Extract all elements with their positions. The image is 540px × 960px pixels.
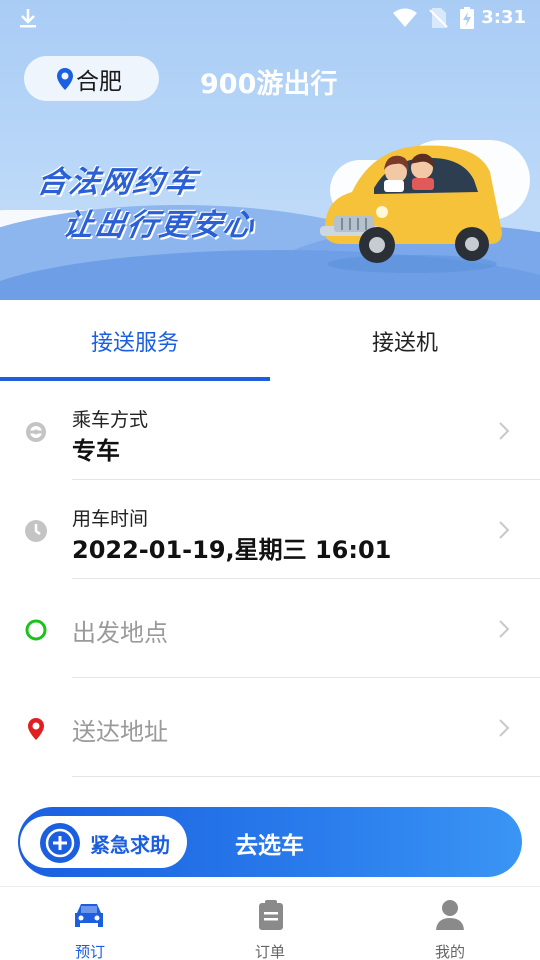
destination-row[interactable]: 送达地址: [0, 678, 540, 777]
nav-profile[interactable]: 我的: [360, 887, 540, 960]
ride-time-value: 2022-01-19,星期三 16:01: [72, 536, 392, 564]
service-tabs: 接送服务 接送机: [0, 300, 540, 381]
clipboard-icon: [258, 899, 284, 935]
tab-airport-transfer[interactable]: 接送机: [270, 300, 540, 381]
ride-time-row[interactable]: 用车时间 2022-01-19,星期三 16:01: [0, 480, 540, 579]
ride-type-row[interactable]: 乘车方式 专车: [0, 381, 540, 480]
clock-icon: [24, 519, 48, 543]
wifi-icon: [392, 8, 418, 32]
choose-car-label: 去选车: [235, 833, 304, 859]
destination-placeholder: 送达地址: [72, 718, 168, 746]
nav-orders-label: 订单: [254, 943, 285, 960]
chevron-right-icon: [498, 520, 510, 544]
chevron-right-icon: [498, 421, 510, 445]
banner-slogan-line1: 合法网约车: [34, 165, 201, 200]
start-point-icon: [24, 618, 48, 642]
status-bar: 3:31: [0, 0, 540, 36]
emergency-label: 紧急求助: [90, 833, 170, 857]
steering-wheel-icon: [24, 420, 48, 444]
ride-type-label: 乘车方式: [72, 409, 149, 431]
download-icon: [18, 7, 38, 33]
status-time: 3:31: [481, 7, 526, 28]
nav-booking[interactable]: 预订: [0, 887, 180, 960]
location-pin-icon: [56, 67, 74, 95]
bottom-navigation: 预订 订单 我的: [0, 886, 540, 960]
app-title: 900游出行: [200, 69, 338, 100]
no-sim-icon: [428, 7, 448, 33]
person-icon: [435, 899, 465, 935]
battery-icon: [459, 7, 475, 33]
city-selector[interactable]: 合肥: [24, 56, 159, 101]
departure-row[interactable]: 出发地点: [0, 579, 540, 678]
shield-plus-icon: [38, 821, 82, 869]
chevron-right-icon: [498, 718, 510, 742]
banner-slogan-line2: 让出行更安心: [60, 208, 259, 243]
ride-time-label: 用车时间: [72, 508, 149, 530]
ride-type-value: 专车: [72, 437, 120, 465]
booking-form: 乘车方式 专车 用车时间 2022-01-19,星期三 16:01 出发地点 送…: [0, 381, 540, 777]
chevron-right-icon: [498, 619, 510, 643]
car-icon: [72, 901, 106, 935]
nav-booking-label: 预订: [74, 943, 105, 960]
city-label: 合肥: [76, 68, 122, 95]
tab-pickup-service[interactable]: 接送服务: [0, 300, 270, 381]
car-illustration: [320, 145, 502, 273]
location-marker-icon: [24, 717, 48, 741]
nav-orders[interactable]: 订单: [180, 887, 360, 960]
departure-placeholder: 出发地点: [72, 619, 168, 647]
nav-profile-label: 我的: [434, 943, 465, 960]
